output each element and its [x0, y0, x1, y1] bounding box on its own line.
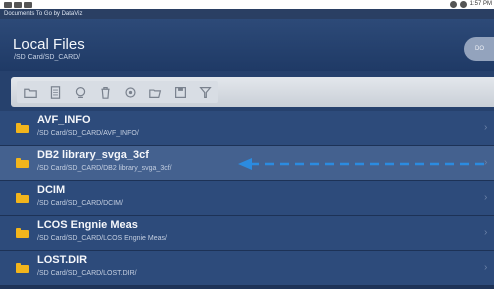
app-banner: Documents To Go by DataViz — [0, 9, 494, 19]
chevron-right-icon: › — [484, 192, 488, 203]
battery-icon — [459, 1, 467, 8]
page-title: Local Files — [13, 36, 85, 53]
file-name: DCIM — [37, 184, 66, 196]
file-row-dcim[interactable]: DCIM /SD Card/SD_CARD/DCIM/ › — [0, 181, 494, 216]
delete-icon — [100, 86, 110, 99]
new-folder-icon — [23, 88, 37, 98]
file-path: /SD Card/SD_CARD/LCOS Engnie Meas/ — [37, 235, 167, 242]
status-bar-system: 1:57 PM — [449, 0, 492, 9]
status-bar-notifications — [4, 0, 32, 9]
search-button[interactable] — [69, 81, 91, 103]
toolbar-buttons — [17, 81, 218, 103]
folder-icon — [16, 158, 29, 168]
app-logo: DO — [464, 37, 494, 61]
status-bar: 1:57 PM — [0, 0, 494, 9]
folder-icon — [16, 263, 29, 273]
save-icon — [174, 86, 186, 98]
current-path: /SD Card/SD_CARD/ — [14, 54, 81, 61]
folder-icon — [16, 228, 29, 238]
settings-icon — [124, 86, 136, 98]
filter-button[interactable] — [194, 81, 216, 103]
file-name: LCOS Engnie Meas — [37, 219, 138, 231]
folder-icon — [16, 193, 29, 203]
open-folder-button[interactable] — [144, 81, 166, 103]
file-name: AVF_INFO — [37, 114, 91, 126]
folder-icon — [16, 123, 29, 133]
file-path: /SD Card/SD_CARD/DCIM/ — [37, 200, 123, 207]
new-document-icon — [50, 85, 60, 99]
toolbar-area — [0, 71, 494, 111]
new-document-button[interactable] — [44, 81, 66, 103]
file-row-lost-dir[interactable]: LOST.DIR /SD Card/SD_CARD/LOST.DIR/ › — [0, 251, 494, 286]
usb-icon — [4, 1, 12, 8]
sd-card-icon — [14, 1, 22, 8]
new-folder-button[interactable] — [19, 81, 41, 103]
chevron-right-icon: › — [484, 262, 488, 273]
file-name: DB2 library_svga_3cf — [37, 149, 149, 161]
file-row-lcos-engnie-meas[interactable]: LCOS Engnie Meas /SD Card/SD_CARD/LCOS E… — [0, 216, 494, 251]
file-path: /SD Card/SD_CARD/AVF_INFO/ — [37, 130, 139, 137]
header: Local Files /SD Card/SD_CARD/ DO — [0, 19, 494, 71]
delete-button[interactable] — [94, 81, 116, 103]
save-button[interactable] — [169, 81, 191, 103]
filter-icon — [198, 86, 212, 98]
wifi-icon — [449, 1, 457, 8]
file-path: /SD Card/SD_CARD/DB2 library_svga_3cf/ — [37, 165, 172, 172]
download-icon — [24, 1, 32, 8]
search-icon — [75, 86, 85, 98]
device-screen: 1:57 PM Documents To Go by DataViz Local… — [0, 0, 494, 289]
file-name: LOST.DIR — [37, 254, 88, 266]
chevron-right-icon: › — [484, 227, 488, 238]
settings-button[interactable] — [119, 81, 141, 103]
file-path: /SD Card/SD_CARD/LOST.DIR/ — [37, 270, 137, 277]
status-time: 1:57 PM — [469, 1, 492, 7]
open-folder-icon — [148, 88, 161, 98]
chevron-right-icon: › — [484, 122, 488, 133]
file-row-avf-info[interactable]: AVF_INFO /SD Card/SD_CARD/AVF_INFO/ › — [0, 111, 494, 146]
toolbar — [11, 77, 494, 107]
annotation-arrow — [238, 158, 490, 170]
